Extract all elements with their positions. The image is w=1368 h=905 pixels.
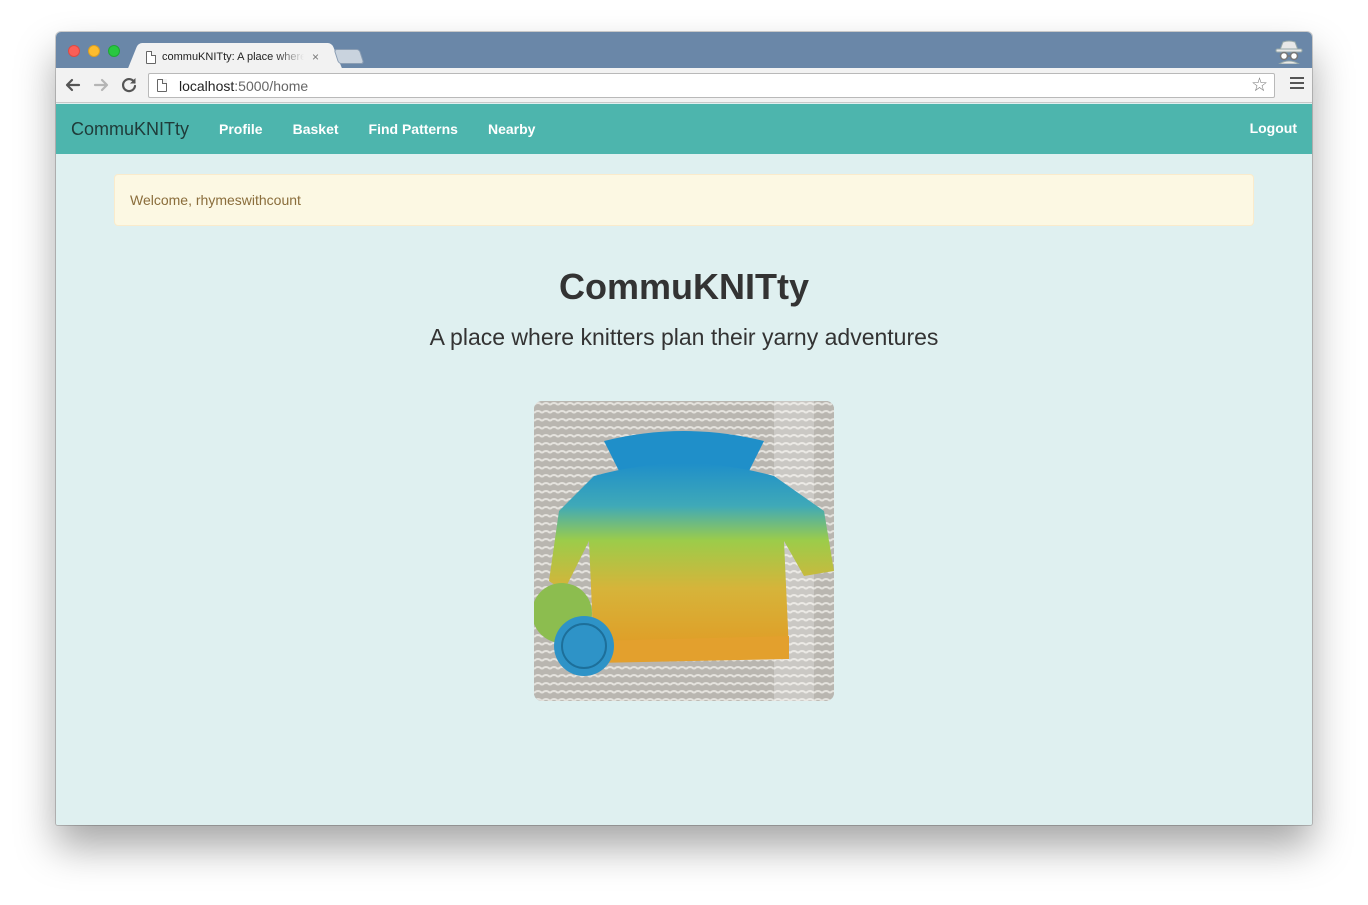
- logout-link[interactable]: Logout: [1250, 120, 1297, 136]
- welcome-message: Welcome, rhymeswithcount: [130, 192, 301, 208]
- new-tab-button[interactable]: [333, 49, 365, 64]
- title-bar: commuKNITty: A place where knitters plan…: [56, 32, 1312, 69]
- sweater-photo: [534, 401, 834, 701]
- welcome-alert: Welcome, rhymeswithcount: [114, 174, 1254, 226]
- tab-title: commuKNITty: A place where knitters plan…: [162, 51, 304, 63]
- bookmark-star-icon[interactable]: ☆: [1251, 75, 1268, 97]
- nav-link-find-patterns[interactable]: Find Patterns: [354, 121, 473, 137]
- minimize-window-button[interactable]: [88, 45, 100, 57]
- page-content: Welcome, rhymeswithcount CommuKNITty A p…: [56, 154, 1312, 825]
- page-subtitle: A place where knitters plan their yarny …: [429, 324, 939, 350]
- tab-close-icon[interactable]: ×: [312, 50, 319, 64]
- navbar-brand[interactable]: CommuKNITty: [71, 119, 189, 140]
- address-bar[interactable]: localhost:5000/home ☆: [148, 73, 1275, 98]
- reload-icon[interactable]: [119, 75, 139, 95]
- nav-link-basket[interactable]: Basket: [278, 121, 354, 137]
- forward-arrow-icon[interactable]: [91, 75, 111, 95]
- page-icon: [157, 79, 167, 92]
- back-arrow-icon[interactable]: [63, 75, 83, 95]
- maximize-window-button[interactable]: [108, 45, 120, 57]
- nav-link-profile[interactable]: Profile: [204, 121, 278, 137]
- menu-icon[interactable]: [1290, 77, 1304, 91]
- site-navbar: CommuKNITty Profile Basket Find Patterns…: [56, 104, 1312, 154]
- url-host: localhost: [179, 77, 235, 94]
- url-path: :5000/home: [234, 77, 309, 94]
- browser-tab[interactable]: commuKNITty: A place where knitters plan…: [140, 43, 330, 69]
- browser-window: commuKNITty: A place where knitters plan…: [56, 32, 1312, 825]
- page-icon: [146, 50, 156, 64]
- close-window-button[interactable]: [68, 45, 80, 57]
- browser-toolbar: localhost:5000/home ☆: [56, 68, 1312, 103]
- incognito-icon: [1275, 40, 1303, 64]
- nav-link-nearby[interactable]: Nearby: [473, 121, 550, 137]
- page-title: CommuKNITty: [559, 266, 809, 307]
